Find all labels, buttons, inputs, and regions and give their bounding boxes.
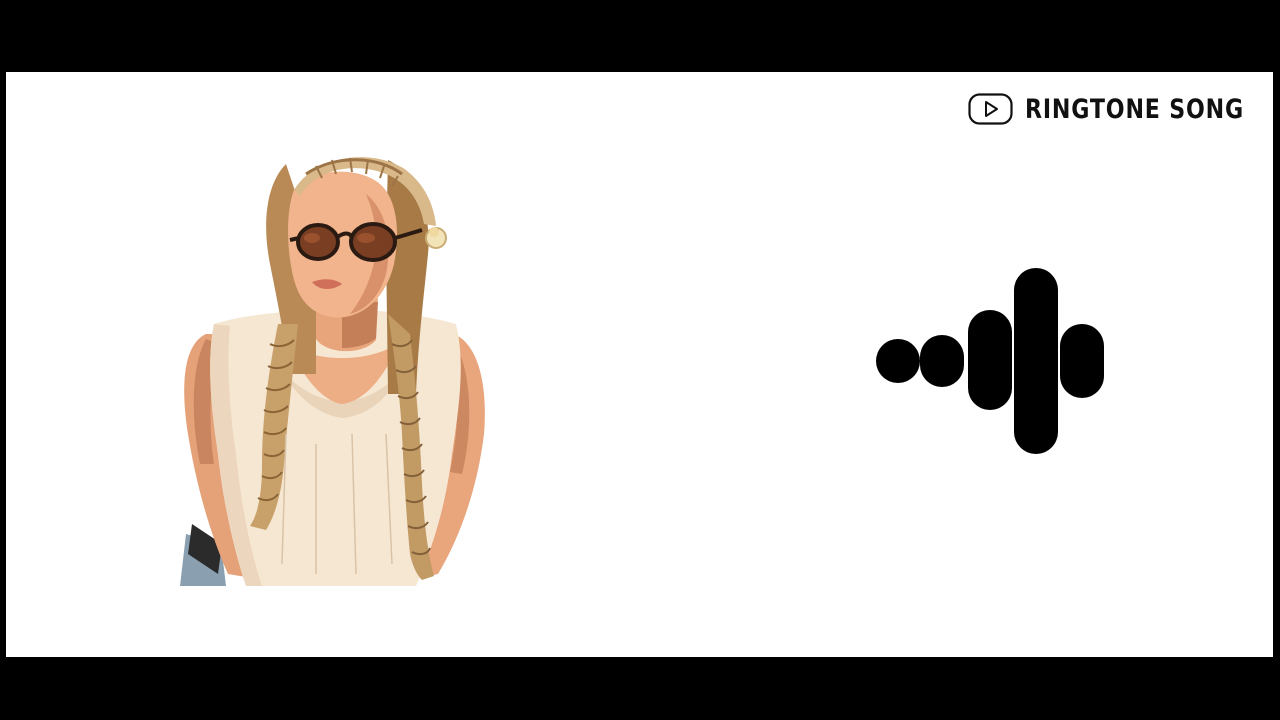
video-frame: RINGTONE SONG bbox=[0, 0, 1280, 720]
wave-bar-2 bbox=[920, 335, 964, 387]
wave-bar-1 bbox=[876, 339, 920, 383]
wave-bar-4 bbox=[1014, 268, 1058, 454]
wave-bar-3 bbox=[968, 310, 1012, 410]
channel-brand: RINGTONE SONG bbox=[968, 90, 1273, 128]
channel-name: RINGTONE SONG bbox=[1025, 93, 1245, 125]
audio-waveform-icon bbox=[876, 268, 1104, 454]
woman-illustration bbox=[180, 157, 485, 586]
play-button-outline-icon bbox=[968, 93, 1013, 125]
wave-bar-5 bbox=[1060, 324, 1104, 398]
video-canvas: RINGTONE SONG bbox=[6, 72, 1273, 657]
